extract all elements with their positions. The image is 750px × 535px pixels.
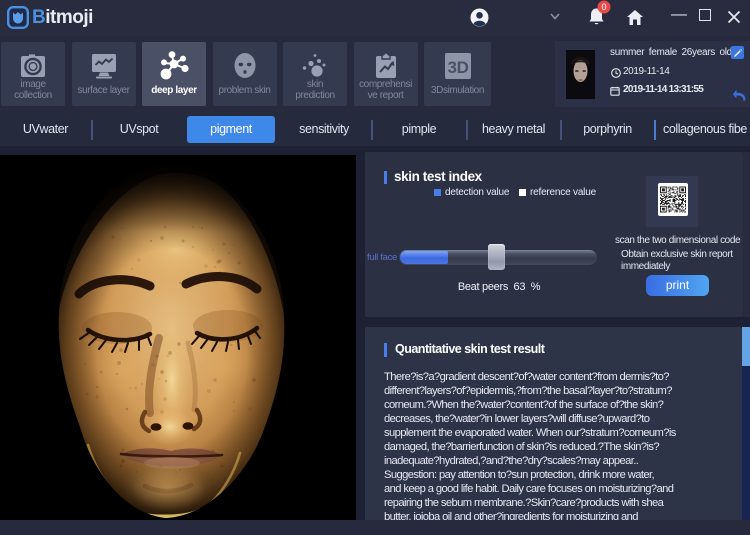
svg-text:3D: 3D — [447, 58, 468, 77]
svg-text:0: 0 — [601, 2, 606, 12]
